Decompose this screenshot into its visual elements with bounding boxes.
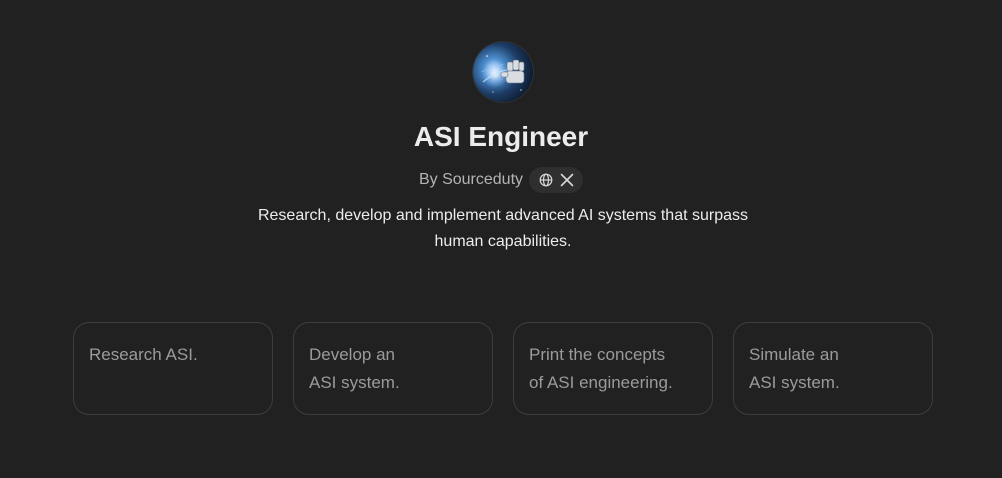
x-icon[interactable] [559, 173, 574, 188]
starter-card[interactable]: Print the concepts of ASI engineering. [513, 322, 713, 415]
starter-card[interactable]: Simulate an ASI system. [733, 322, 933, 415]
gpt-avatar [473, 42, 533, 102]
byline: By Sourceduty [0, 167, 1002, 193]
gpt-landing: ASI Engineer By Sourceduty Research, dev… [0, 0, 1002, 478]
starter-card[interactable]: Develop an ASI system. [293, 322, 493, 415]
gpt-description: Research, develop and implement advanced… [257, 207, 749, 250]
author-label: By Sourceduty [418, 171, 524, 188]
globe-icon[interactable] [538, 173, 553, 188]
social-links [529, 167, 584, 193]
conversation-starters: Research ASI. Develop an ASI system. Pri… [73, 322, 933, 415]
gpt-title: ASI Engineer [413, 121, 589, 152]
starter-card[interactable]: Research ASI. [73, 322, 273, 415]
